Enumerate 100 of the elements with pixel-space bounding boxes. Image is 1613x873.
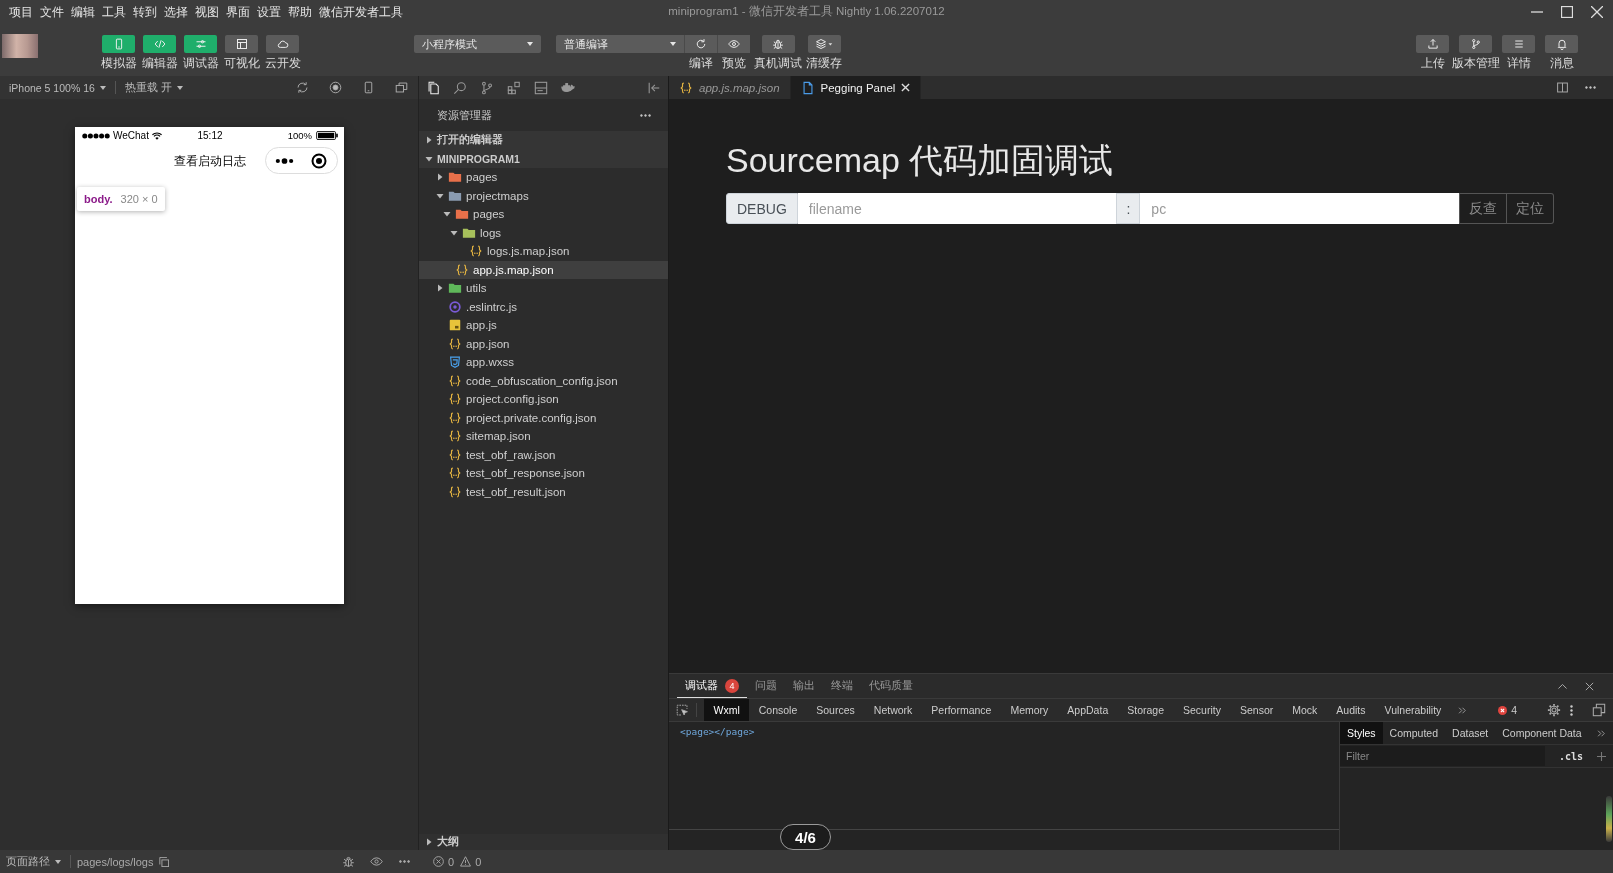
menu-item[interactable]: 文件	[39, 2, 65, 21]
menu-item[interactable]: 转到	[132, 2, 158, 21]
mode-dropdown[interactable]: 小程序模式	[414, 35, 541, 53]
page-path-dropdown[interactable]: 页面路径	[0, 854, 61, 869]
split-editor-icon[interactable]	[1556, 81, 1569, 94]
devtools-tab[interactable]: Sources	[806, 699, 865, 721]
undock-icon[interactable]	[1592, 703, 1606, 717]
styles-tab[interactable]: Styles	[1340, 722, 1383, 744]
collapse-panel-icon[interactable]	[647, 80, 661, 95]
more-icon[interactable]	[275, 157, 294, 164]
menu-item[interactable]: 编辑	[70, 2, 96, 21]
toolbar-button[interactable]: 预览	[717, 23, 750, 70]
close-icon[interactable]	[901, 83, 911, 92]
tree-item[interactable]: project.config.json	[419, 390, 668, 409]
close-icon[interactable]	[1591, 5, 1603, 18]
search-icon[interactable]	[453, 80, 467, 95]
panel-tab[interactable]: 问题	[747, 674, 785, 698]
panel-icon[interactable]	[534, 80, 548, 95]
chevrons-right-icon[interactable]	[1596, 727, 1607, 739]
error-icon[interactable]	[433, 856, 444, 867]
section-header[interactable]: 大纲	[419, 834, 668, 850]
tree-item[interactable]: sitemap.json	[419, 427, 668, 446]
blocks-icon[interactable]	[507, 80, 521, 95]
warning-icon[interactable]	[460, 856, 472, 867]
tree-item[interactable]: pages	[419, 168, 668, 187]
toolbar-button[interactable]: 真机调试	[754, 23, 802, 70]
plus-icon[interactable]	[1597, 751, 1607, 761]
toolbar-button[interactable]: 清缓存	[806, 23, 842, 70]
menu-item[interactable]: 工具	[101, 2, 127, 21]
devtools-tab[interactable]: Storage	[1117, 699, 1174, 721]
filename-field[interactable]: filename	[797, 193, 1117, 224]
devtools-tab[interactable]: Security	[1173, 699, 1231, 721]
tree-item[interactable]: code_obfuscation_config.json	[419, 371, 668, 390]
eye-icon[interactable]	[370, 855, 383, 868]
tree-item[interactable]: test_obf_raw.json	[419, 445, 668, 464]
hot-reload-dropdown[interactable]: 热重载 开	[115, 80, 183, 95]
panel-tab[interactable]: 代码质量	[861, 674, 921, 698]
editor-tab[interactable]: Pegging Panel	[790, 76, 922, 99]
whale-icon[interactable]	[561, 80, 575, 95]
devtools-tab[interactable]: Wxml	[704, 699, 750, 721]
panel-tab[interactable]: 终端	[823, 674, 861, 698]
tree-item[interactable]: app.js	[419, 316, 668, 335]
toolbar-button[interactable]: 编辑器	[139, 23, 180, 70]
toolbar-button[interactable]: 消息	[1540, 23, 1583, 70]
chevrons-right-icon[interactable]	[1456, 704, 1468, 716]
files-icon[interactable]	[426, 80, 440, 95]
devtools-tab[interactable]: Network	[864, 699, 922, 721]
tree-item[interactable]: logs	[419, 223, 668, 242]
panel-tab[interactable]: 输出	[785, 674, 823, 698]
pc-field[interactable]: pc	[1140, 193, 1459, 224]
windows-icon[interactable]	[395, 81, 408, 94]
toolbar-button[interactable]: 可视化	[221, 23, 262, 70]
copy-icon[interactable]	[159, 856, 170, 867]
tree-item[interactable]: app.wxss	[419, 353, 668, 372]
bug-icon[interactable]	[342, 855, 355, 868]
devtools-tab[interactable]: Memory	[1000, 699, 1058, 721]
tree-item[interactable]: test_obf_result.json	[419, 482, 668, 501]
action-button[interactable]: 反查	[1459, 193, 1507, 224]
styles-tab[interactable]: Component Data	[1495, 722, 1589, 744]
tree-item[interactable]: projectmaps	[419, 186, 668, 205]
menu-item[interactable]: 帮助	[287, 2, 313, 21]
tree-item[interactable]: logs.js.map.json	[419, 242, 668, 261]
filter-field[interactable]: Filter	[1340, 746, 1545, 766]
devtools-tab[interactable]: Vulnerability	[1375, 699, 1451, 721]
capsule-button[interactable]	[265, 147, 338, 174]
settings-icon[interactable]	[1547, 703, 1561, 717]
devtools-tab[interactable]: Sensor	[1230, 699, 1283, 721]
styles-tab[interactable]: Computed	[1382, 722, 1446, 744]
cls-toggle[interactable]: .cls	[1559, 750, 1584, 762]
menu-item[interactable]: 设置	[256, 2, 282, 21]
menu-item[interactable]: 界面	[225, 2, 251, 21]
section-header[interactable]: 打开的编辑器	[419, 131, 668, 150]
branch-icon[interactable]	[480, 80, 494, 95]
devtools-tab[interactable]: Mock	[1282, 699, 1327, 721]
tree-item[interactable]: app.json	[419, 334, 668, 353]
devtools-tab[interactable]: Console	[749, 699, 807, 721]
tree-item[interactable]: test_obf_response.json	[419, 464, 668, 483]
phone-icon[interactable]	[362, 81, 375, 94]
rotate-icon[interactable]	[296, 81, 309, 94]
device-dropdown[interactable]: iPhone 5 100% 16	[0, 81, 106, 94]
styles-tab[interactable]: Dataset	[1445, 722, 1496, 744]
tree-item[interactable]: utils	[419, 279, 668, 298]
tree-item[interactable]: app.js.map.json	[419, 260, 668, 279]
menu-item[interactable]: 视图	[194, 2, 220, 21]
inspect-icon[interactable]	[676, 703, 689, 717]
devtools-tab[interactable]: Audits	[1326, 699, 1375, 721]
action-button[interactable]: 定位	[1507, 193, 1554, 224]
devtools-tab[interactable]: Performance	[921, 699, 1001, 721]
menu-item[interactable]: 项目	[8, 2, 34, 21]
target-icon[interactable]	[311, 152, 327, 169]
tree-item[interactable]: project.private.config.json	[419, 408, 668, 427]
toolbar-button[interactable]: 云开发	[262, 23, 303, 70]
maximize-icon[interactable]	[1561, 5, 1573, 18]
menu-item[interactable]: 选择	[163, 2, 189, 21]
devtools-tab[interactable]: AppData	[1057, 699, 1118, 721]
toolbar-button[interactable]: 编译	[684, 23, 717, 70]
tree-item[interactable]: pages	[419, 205, 668, 224]
record-icon[interactable]	[329, 81, 342, 94]
compile-dropdown[interactable]: 普通编译	[556, 35, 684, 53]
toolbar-button[interactable]: 模拟器	[98, 23, 139, 70]
